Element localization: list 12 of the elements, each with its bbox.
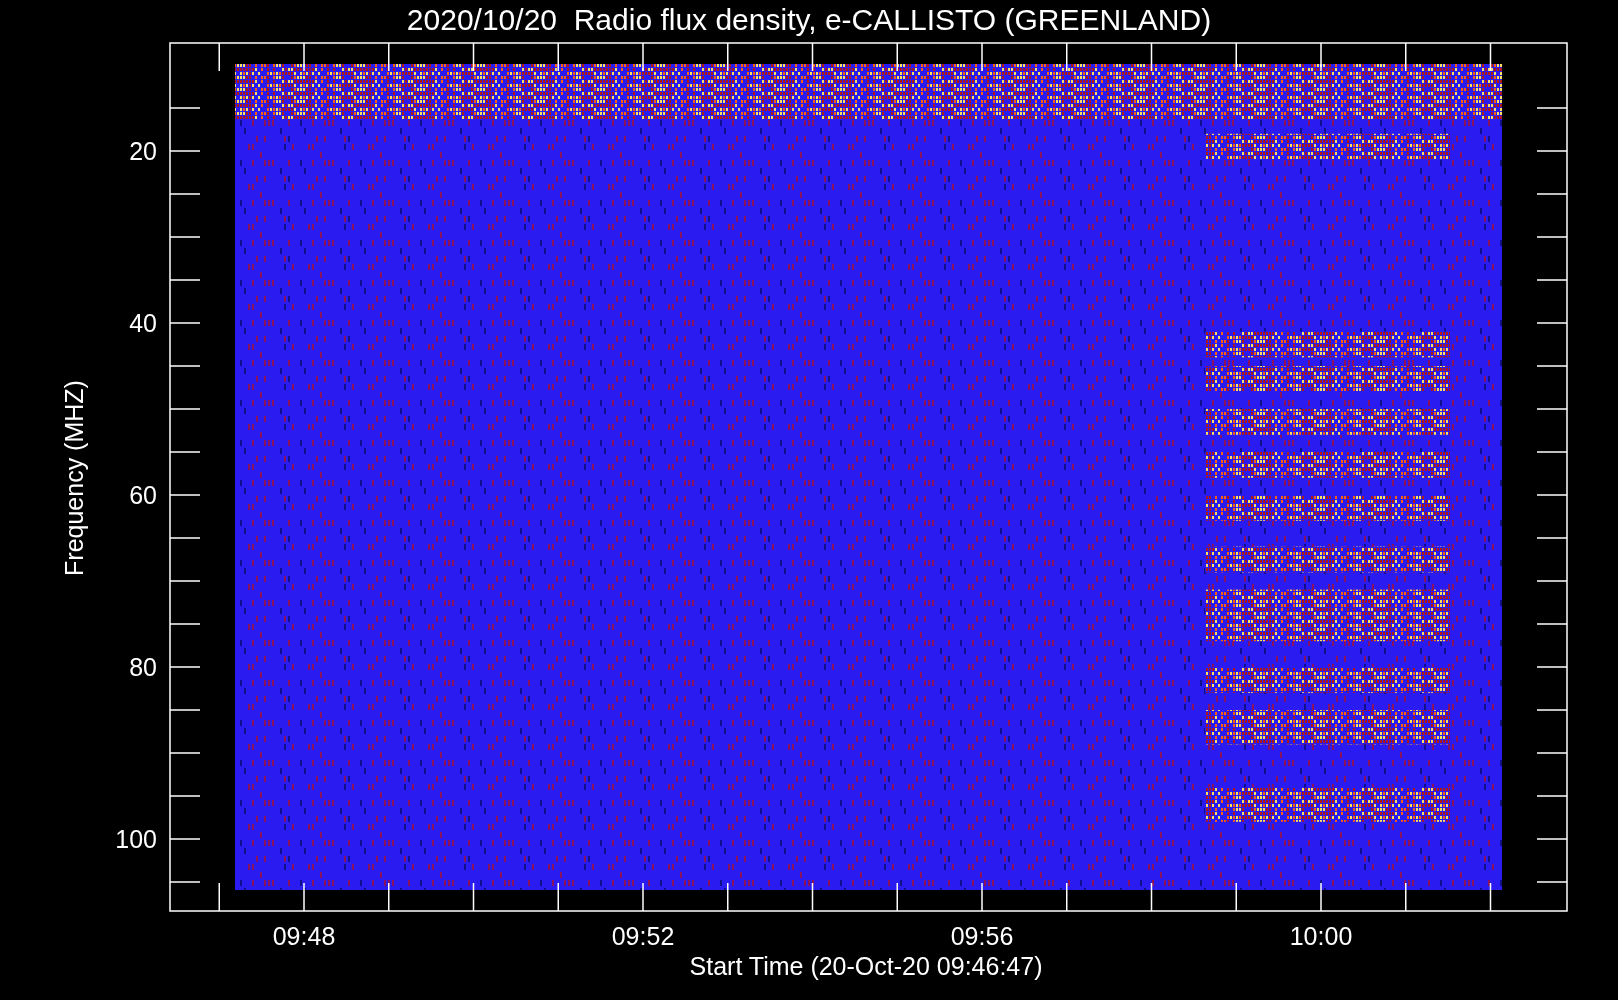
y-tick-label: 40 [129,309,157,337]
y-tick-label: 20 [129,137,157,165]
x-tick-label: 09:48 [272,922,336,950]
chart-title: 2020/10/20 Radio flux density, e-CALLISTO (GREENLAND) [405,2,1213,38]
x-axis-title: Start Time (20-Oct-20 09:46:47) [689,952,1043,980]
x-tick-label: 09:56 [950,922,1014,950]
x-tick-label: 10:00 [1289,922,1353,950]
y-tick-label: 60 [129,481,157,509]
y-axis-title: Frequency (MHZ) [60,380,88,576]
y-tick-label: 100 [115,825,157,853]
x-tick-label: 09:52 [611,922,675,950]
y-tick-label: 80 [129,653,157,681]
